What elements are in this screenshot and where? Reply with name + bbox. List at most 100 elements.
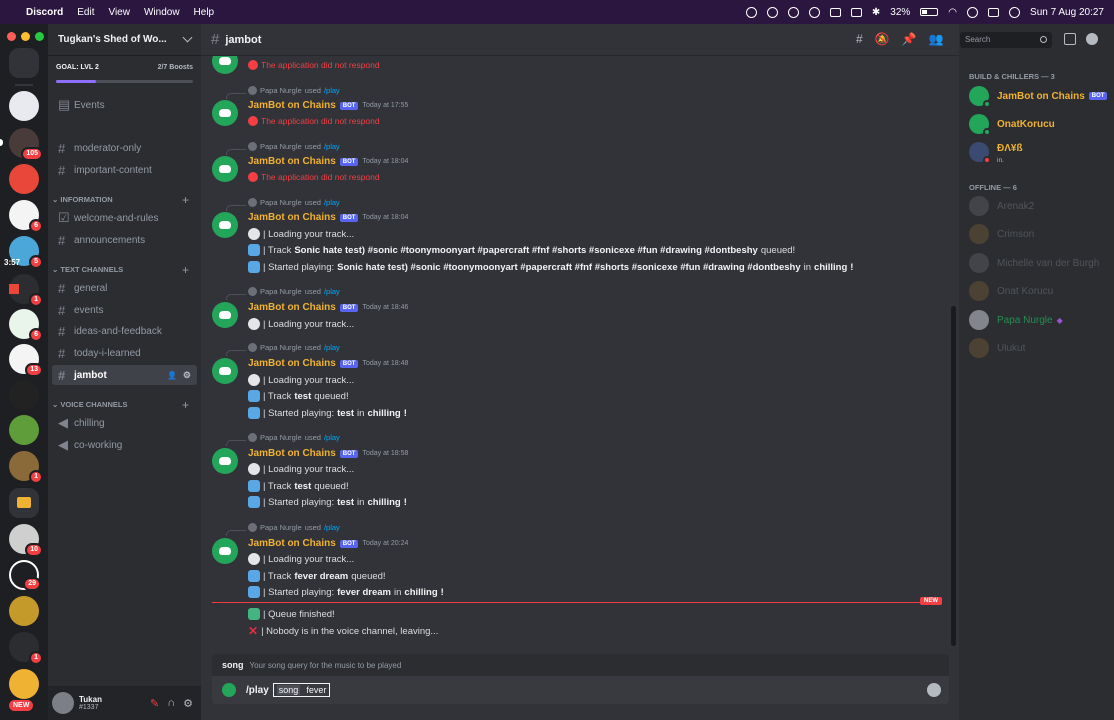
help-icon[interactable] <box>1086 33 1098 45</box>
author-name[interactable]: JamBot on Chains <box>248 538 336 549</box>
avatar[interactable] <box>212 100 238 126</box>
reply-preview[interactable]: Papa Nurgle used/play <box>248 287 340 296</box>
add-channel-icon[interactable]: + <box>182 398 189 412</box>
server-icon-16[interactable]: 1 <box>9 632 43 665</box>
menu-view[interactable]: View <box>108 7 130 18</box>
avatar[interactable] <box>212 212 238 238</box>
author-name[interactable]: JamBot on Chains <box>248 212 336 223</box>
minimize-window-button[interactable] <box>21 32 30 41</box>
avatar[interactable] <box>212 156 238 182</box>
channel-important-content[interactable]: # important-content <box>52 160 197 180</box>
inbox-icon[interactable] <box>1064 33 1076 45</box>
channel-general[interactable]: # general <box>52 278 197 298</box>
server-folder[interactable] <box>9 488 39 518</box>
mute-notifications-icon[interactable]: 🔕 <box>875 32 890 46</box>
author-name[interactable]: JamBot on Chains <box>248 302 336 313</box>
close-window-button[interactable] <box>7 32 16 41</box>
category-voice-channels[interactable]: ⌄ VOICE CHANNELS + <box>52 398 197 412</box>
author-name[interactable]: JamBot on Chains <box>248 358 336 369</box>
server-icon-fire[interactable] <box>9 164 39 194</box>
server-icon-xbox[interactable] <box>9 380 39 410</box>
reply-preview[interactable]: Papa Nurgle used/play <box>248 343 340 352</box>
server-icon-8[interactable]: 13 <box>9 344 43 377</box>
voice-chilling[interactable]: ◀ chilling <box>52 413 197 433</box>
channel-events[interactable]: # events <box>52 300 197 320</box>
siri-icon[interactable] <box>1009 6 1021 18</box>
reply-preview[interactable]: Papa Nurgle used/play <box>248 433 340 442</box>
avatar[interactable] <box>212 448 238 474</box>
headphones-icon[interactable]: ∩ <box>167 697 175 710</box>
server-icon-4[interactable]: 6 <box>9 200 43 233</box>
server-icon-15[interactable] <box>9 596 39 626</box>
home-discord-icon[interactable] <box>9 48 39 78</box>
member-item[interactable]: Onat Korucu <box>969 279 1053 303</box>
server-icon-11[interactable]: 1 <box>9 451 43 484</box>
server-icon-palette[interactable] <box>9 91 39 121</box>
member-item[interactable]: Crimson <box>969 222 1034 246</box>
gear-icon[interactable]: ⚙ <box>183 370 191 381</box>
status-cloud-icon[interactable] <box>766 6 778 18</box>
wifi-icon[interactable]: ◠ <box>948 7 957 18</box>
reply-preview[interactable]: Papa Nurgle used/play <box>248 142 340 151</box>
add-channel-icon[interactable]: + <box>182 263 189 277</box>
avatar[interactable] <box>212 358 238 384</box>
avatar[interactable] <box>212 302 238 328</box>
spotlight-search-icon[interactable] <box>967 6 979 18</box>
server-icon-10[interactable] <box>9 415 39 445</box>
member-item[interactable]: JamBot on Chains BOT <box>969 84 1108 108</box>
channel-jambot[interactable]: # jambot 👤 ⚙ <box>52 365 197 385</box>
channel-welcome-and-rules[interactable]: ☑ welcome-and-rules <box>52 208 197 228</box>
member-item[interactable]: OnatKorucu <box>969 112 1055 136</box>
channel-ideas-and-feedback[interactable]: # ideas-and-feedback <box>52 321 197 341</box>
option-value[interactable]: fever <box>306 685 326 695</box>
add-channel-icon[interactable]: + <box>182 193 189 207</box>
emoji-picker-icon[interactable] <box>927 683 941 697</box>
message-list[interactable]: The application did not respond Papa Nur… <box>201 56 959 648</box>
threads-icon[interactable]: # <box>856 32 863 46</box>
message-composer[interactable]: /play song fever <box>212 676 949 704</box>
category-information[interactable]: ⌄ INFORMATION + <box>52 193 197 207</box>
channel-announcements[interactable]: # announcements <box>52 230 197 250</box>
server-icon-17[interactable] <box>9 669 39 699</box>
status-window-icon[interactable] <box>850 7 862 17</box>
menu-edit[interactable]: Edit <box>77 7 94 18</box>
reply-preview[interactable]: Papa Nurgle used/play <box>248 86 340 95</box>
invite-icon[interactable]: 👤 <box>167 371 177 380</box>
server-icon-14[interactable]: 29 <box>9 560 41 591</box>
avatar[interactable] <box>212 538 238 564</box>
author-name[interactable]: JamBot on Chains <box>248 100 336 111</box>
category-text-channels[interactable]: ⌄ TEXT CHANNELS + <box>52 263 197 277</box>
bluetooth-icon[interactable]: ✱ <box>872 7 880 18</box>
server-icon-13[interactable]: 10 <box>9 524 43 557</box>
server-icon-6[interactable]: 1 <box>9 274 43 307</box>
author-name[interactable]: JamBot on Chains <box>248 448 336 459</box>
reply-preview[interactable]: Papa Nurgle used/play <box>248 523 340 532</box>
avatar[interactable] <box>52 692 74 714</box>
boost-goal[interactable]: GOAL: LVL 2 2/7 Boosts <box>56 64 193 83</box>
members-toggle-icon[interactable]: 👥 <box>929 32 944 46</box>
search-input[interactable]: Search <box>960 32 1052 48</box>
gear-icon[interactable]: ⚙ <box>183 697 193 710</box>
member-item[interactable]: Michelle van der Burgh <box>969 251 1099 275</box>
song-option-field[interactable]: song fever <box>272 683 331 697</box>
server-icon-7[interactable]: 6 <box>9 309 43 342</box>
author-name[interactable]: JamBot on Chains <box>248 156 336 167</box>
status-cube-icon[interactable] <box>745 6 757 18</box>
menu-help[interactable]: Help <box>194 7 215 18</box>
zoom-window-button[interactable] <box>35 32 44 41</box>
status-half-circle-icon[interactable] <box>787 6 799 18</box>
member-item[interactable]: ÐΛ¥ß in. <box>969 140 1023 164</box>
status-grid-icon[interactable] <box>829 7 841 17</box>
menu-window[interactable]: Window <box>144 7 180 18</box>
channel-today-i-learned[interactable]: # today-i-learned <box>52 343 197 363</box>
channel-moderator-only[interactable]: # moderator-only <box>52 138 197 158</box>
new-servers-badge[interactable]: NEW <box>9 700 34 711</box>
menubar-datetime[interactable]: Sun 7 Aug 20:27 <box>1030 7 1104 18</box>
member-item[interactable]: Arenak2 <box>969 194 1034 218</box>
server-header[interactable]: Tugkan's Shed of Wo... <box>48 24 201 56</box>
voice-co-working[interactable]: ◀ co-working <box>52 435 197 455</box>
control-center-icon[interactable] <box>988 7 1000 17</box>
avatar[interactable] <box>212 56 238 74</box>
scrollbar[interactable] <box>951 306 956 646</box>
battery-icon[interactable] <box>920 8 939 16</box>
